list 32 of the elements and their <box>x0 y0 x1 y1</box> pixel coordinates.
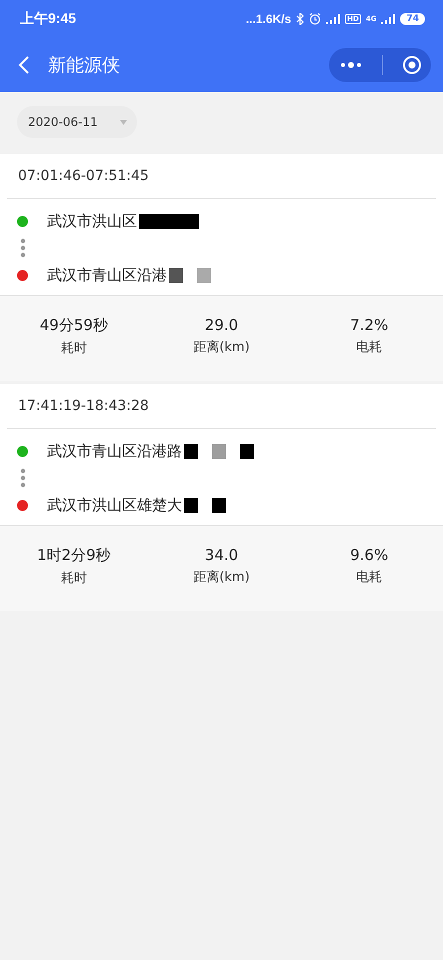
alarm-icon <box>309 13 322 25</box>
stat-value: 9.6% <box>350 546 388 564</box>
caret-icon <box>120 120 127 124</box>
stat-value: 7.2% <box>350 316 388 334</box>
stat-label: 距离(km) <box>193 569 250 586</box>
address-text: 武汉市青山区沿港路 <box>47 442 182 460</box>
dotted-connector-icon <box>20 238 26 258</box>
back-icon[interactable] <box>18 55 30 75</box>
signal-icon <box>381 14 396 24</box>
signal-icon <box>326 14 340 24</box>
stat-label: 电耗 <box>356 339 382 356</box>
stat-label: 电耗 <box>356 569 382 586</box>
stat-label: 距离(km) <box>193 339 250 356</box>
stat-value: 34.0 <box>204 546 238 564</box>
stat-value: 29.0 <box>204 316 238 334</box>
trip-time-range: 17:41:19-18:43:28 <box>7 384 436 429</box>
stat-value: 49分59秒 <box>40 316 108 335</box>
dotted-connector-icon <box>20 468 26 488</box>
battery-level: 74 <box>400 13 425 25</box>
stat-value: 1时2分9秒 <box>37 546 111 565</box>
trip-time-range: 07:01:46-07:51:45 <box>7 154 436 199</box>
date-picker[interactable]: 2020-06-11 <box>17 106 137 138</box>
status-time: 上午9:45 <box>20 10 76 28</box>
stat-label: 耗时 <box>60 340 87 357</box>
bluetooth-icon <box>296 13 304 25</box>
stat-label: 耗时 <box>60 570 87 587</box>
address-text: 武汉市青山区沿港 <box>47 266 167 284</box>
address-text: 武汉市洪山区 <box>47 212 137 230</box>
network-speed: ...1.6K/s <box>246 12 292 26</box>
page-title: 新能源侠 <box>48 54 121 77</box>
address-text: 武汉市洪山区雄楚大 <box>47 496 182 514</box>
more-icon[interactable] <box>338 61 362 69</box>
